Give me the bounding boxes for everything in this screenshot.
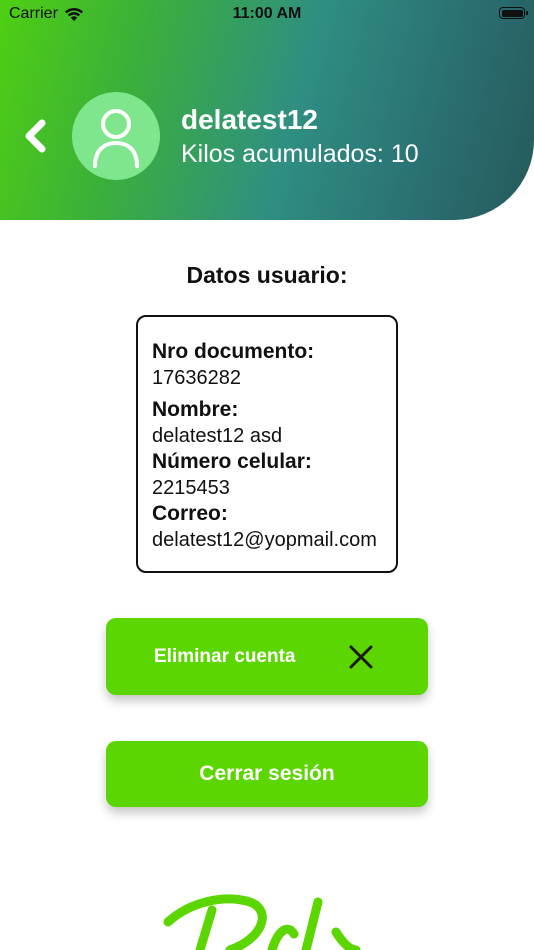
user-icon bbox=[93, 109, 139, 168]
brand-logo bbox=[163, 894, 361, 950]
status-time: 11:00 AM bbox=[232, 5, 302, 22]
status-bar: Carrier 11:00 AM bbox=[0, 0, 534, 28]
chevron-left-icon bbox=[25, 119, 46, 153]
battery-icon bbox=[499, 7, 528, 19]
logout-button[interactable]: Cerrar sesión bbox=[106, 741, 428, 807]
email-value: delatest12@yopmail.com bbox=[152, 529, 377, 551]
email-label: Correo: bbox=[152, 502, 228, 525]
name-label: Nombre: bbox=[152, 398, 239, 421]
avatar bbox=[72, 92, 160, 180]
name-value: delatest12 asd bbox=[152, 425, 283, 447]
logout-label: Cerrar sesión bbox=[199, 762, 335, 785]
phone-label: Número celular: bbox=[152, 450, 312, 473]
phone-value: 2215453 bbox=[152, 477, 230, 499]
profile-header: Carrier 11:00 AM delatest12 Kilos acumul… bbox=[0, 0, 534, 220]
delete-account-label: Eliminar cuenta bbox=[154, 645, 296, 667]
back-button[interactable] bbox=[18, 116, 52, 156]
user-data-title: Datos usuario: bbox=[186, 262, 348, 288]
profile-kilos: Kilos acumulados: 10 bbox=[181, 140, 419, 168]
user-data-card: Nro documento: 17636282 Nombre: delatest… bbox=[136, 315, 398, 573]
document-value: 17636282 bbox=[152, 367, 241, 389]
document-label: Nro documento: bbox=[152, 340, 315, 363]
profile-screen: Carrier 11:00 AM delatest12 Kilos acumul… bbox=[0, 0, 534, 950]
profile-username: delatest12 bbox=[181, 104, 318, 135]
close-icon bbox=[349, 645, 373, 669]
delete-account-button[interactable]: Eliminar cuenta bbox=[106, 618, 428, 695]
